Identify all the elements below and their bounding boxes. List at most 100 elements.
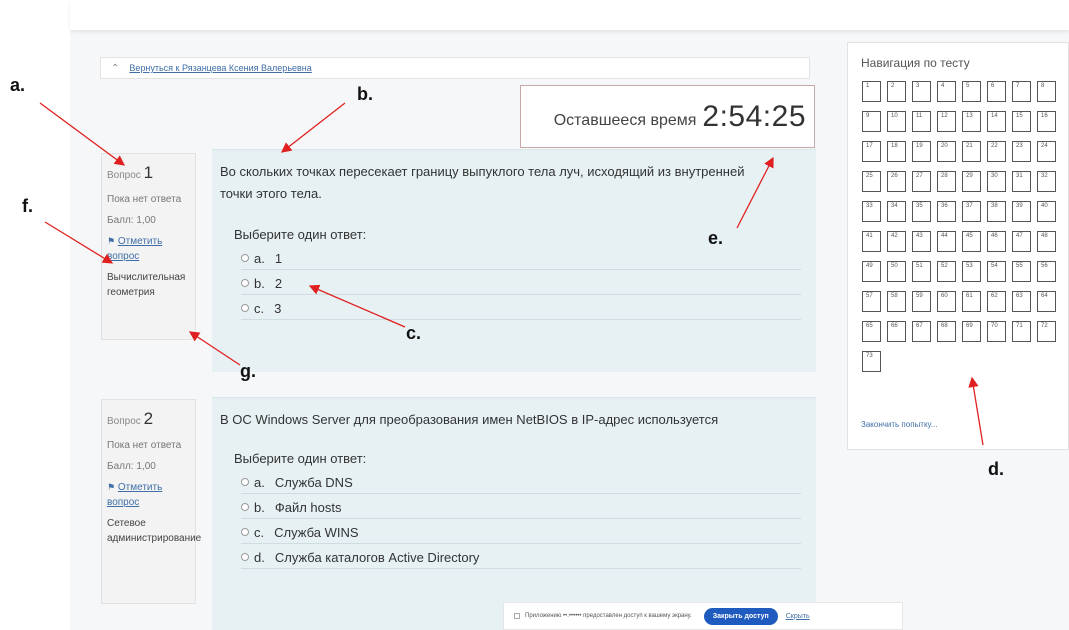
nav-button-6[interactable]: 6 [987, 81, 1006, 102]
nav-button-41[interactable]: 41 [862, 231, 881, 252]
nav-button-39[interactable]: 39 [1012, 201, 1031, 222]
nav-button-15[interactable]: 15 [1012, 111, 1031, 132]
question-2-option-b[interactable]: b. Файл hosts [241, 496, 801, 519]
question-2-option-d[interactable]: d. Служба каталогов Active Directory [241, 546, 801, 569]
nav-button-57[interactable]: 57 [862, 291, 881, 312]
nav-button-16[interactable]: 16 [1037, 111, 1056, 132]
nav-button-42[interactable]: 42 [887, 231, 906, 252]
breadcrumb: ⌃ Вернуться к Рязанцева Ксения Валерьевн… [100, 57, 810, 79]
nav-button-32[interactable]: 32 [1037, 171, 1056, 192]
nav-button-67[interactable]: 67 [912, 321, 931, 342]
nav-button-25[interactable]: 25 [862, 171, 881, 192]
nav-button-73[interactable]: 73 [862, 351, 881, 372]
nav-button-65[interactable]: 65 [862, 321, 881, 342]
nav-button-29[interactable]: 29 [962, 171, 981, 192]
radio-button[interactable] [241, 553, 249, 561]
question-2-option-c[interactable]: c. Служба WINS [241, 521, 801, 544]
nav-button-33[interactable]: 33 [862, 201, 881, 222]
nav-button-35[interactable]: 35 [912, 201, 931, 222]
question-1-option-b[interactable]: b. 2 [241, 272, 801, 295]
radio-button[interactable] [241, 254, 249, 262]
radio-button[interactable] [241, 528, 249, 536]
question-status: Пока нет ответа [107, 193, 182, 205]
nav-button-13[interactable]: 13 [962, 111, 981, 132]
nav-button-61[interactable]: 61 [962, 291, 981, 312]
nav-button-63[interactable]: 63 [1012, 291, 1031, 312]
nav-button-9[interactable]: 9 [862, 111, 881, 132]
nav-button-8[interactable]: 8 [1037, 81, 1056, 102]
nav-button-55[interactable]: 55 [1012, 261, 1031, 282]
nav-button-64[interactable]: 64 [1037, 291, 1056, 312]
nav-button-20[interactable]: 20 [937, 141, 956, 162]
nav-button-26[interactable]: 26 [887, 171, 906, 192]
nav-button-31[interactable]: 31 [1012, 171, 1031, 192]
nav-button-27[interactable]: 27 [912, 171, 931, 192]
nav-button-21[interactable]: 21 [962, 141, 981, 162]
nav-button-12[interactable]: 12 [937, 111, 956, 132]
nav-button-34[interactable]: 34 [887, 201, 906, 222]
nav-button-5[interactable]: 5 [962, 81, 981, 102]
flag-question-link[interactable]: ⚑ Отметить вопрос [107, 480, 190, 510]
question-number-value: 1 [143, 163, 154, 182]
radio-button[interactable] [241, 478, 249, 486]
finish-attempt-link[interactable]: Закончить попытку... [861, 420, 937, 429]
nav-button-46[interactable]: 46 [987, 231, 1006, 252]
nav-button-71[interactable]: 71 [1012, 321, 1031, 342]
radio-button[interactable] [241, 503, 249, 511]
nav-button-18[interactable]: 18 [887, 141, 906, 162]
nav-button-50[interactable]: 50 [887, 261, 906, 282]
flag-question-label[interactable]: Отметить вопрос [107, 482, 162, 508]
nav-button-48[interactable]: 48 [1037, 231, 1056, 252]
flag-question-label[interactable]: Отметить вопрос [107, 236, 162, 262]
nav-button-66[interactable]: 66 [887, 321, 906, 342]
nav-button-36[interactable]: 36 [937, 201, 956, 222]
nav-button-43[interactable]: 43 [912, 231, 931, 252]
hide-link[interactable]: Скрыть [786, 613, 810, 620]
nav-button-2[interactable]: 2 [887, 81, 906, 102]
nav-button-54[interactable]: 54 [987, 261, 1006, 282]
radio-button[interactable] [241, 279, 249, 287]
nav-button-3[interactable]: 3 [912, 81, 931, 102]
nav-button-17[interactable]: 17 [862, 141, 881, 162]
nav-button-19[interactable]: 19 [912, 141, 931, 162]
nav-button-40[interactable]: 40 [1037, 201, 1056, 222]
nav-button-59[interactable]: 59 [912, 291, 931, 312]
nav-button-58[interactable]: 58 [887, 291, 906, 312]
question-2-prompt: Выберите один ответ: [234, 451, 367, 466]
nav-button-37[interactable]: 37 [962, 201, 981, 222]
nav-button-49[interactable]: 49 [862, 261, 881, 282]
nav-button-44[interactable]: 44 [937, 231, 956, 252]
nav-button-45[interactable]: 45 [962, 231, 981, 252]
close-access-button[interactable]: Закрыть доступ [703, 607, 778, 625]
back-link[interactable]: Вернуться к Рязанцева Ксения Валерьевна [129, 63, 311, 73]
top-header-strip [70, 0, 1069, 30]
nav-button-14[interactable]: 14 [987, 111, 1006, 132]
question-1-option-a[interactable]: a. 1 [241, 247, 801, 270]
nav-button-53[interactable]: 53 [962, 261, 981, 282]
nav-button-10[interactable]: 10 [887, 111, 906, 132]
radio-button[interactable] [241, 304, 249, 312]
nav-button-11[interactable]: 11 [912, 111, 931, 132]
nav-button-7[interactable]: 7 [1012, 81, 1031, 102]
nav-button-68[interactable]: 68 [937, 321, 956, 342]
nav-button-24[interactable]: 24 [1037, 141, 1056, 162]
flag-question-link[interactable]: ⚑ Отметить вопрос [107, 234, 190, 264]
nav-button-72[interactable]: 72 [1037, 321, 1056, 342]
nav-button-4[interactable]: 4 [937, 81, 956, 102]
nav-button-1[interactable]: 1 [862, 81, 881, 102]
nav-button-70[interactable]: 70 [987, 321, 1006, 342]
nav-button-22[interactable]: 22 [987, 141, 1006, 162]
nav-button-51[interactable]: 51 [912, 261, 931, 282]
nav-button-69[interactable]: 69 [962, 321, 981, 342]
nav-button-56[interactable]: 56 [1037, 261, 1056, 282]
nav-button-52[interactable]: 52 [937, 261, 956, 282]
nav-button-28[interactable]: 28 [937, 171, 956, 192]
question-2-option-a[interactable]: a. Служба DNS [241, 471, 801, 494]
question-1-option-c[interactable]: c. 3 [241, 297, 801, 320]
nav-button-38[interactable]: 38 [987, 201, 1006, 222]
nav-button-30[interactable]: 30 [987, 171, 1006, 192]
nav-button-62[interactable]: 62 [987, 291, 1006, 312]
nav-button-47[interactable]: 47 [1012, 231, 1031, 252]
nav-button-60[interactable]: 60 [937, 291, 956, 312]
nav-button-23[interactable]: 23 [1012, 141, 1031, 162]
